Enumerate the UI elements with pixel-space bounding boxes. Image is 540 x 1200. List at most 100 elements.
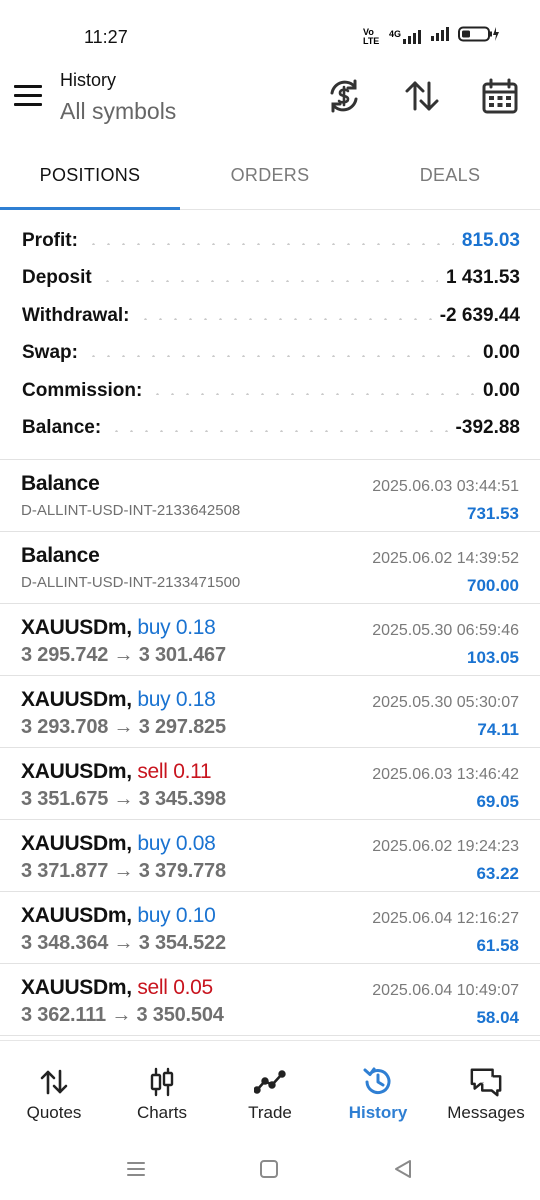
summary-label: Swap: [22,342,78,364]
back-icon[interactable] [390,1156,416,1182]
page-title: History [60,70,117,90]
tab-bar: POSITIONS ORDERS DEALS [0,150,540,210]
home-icon[interactable] [256,1156,282,1182]
item-date: 2025.06.04 10:49:07 [372,982,519,999]
recents-icon[interactable] [123,1156,149,1182]
sort-icon[interactable] [402,76,442,116]
list-item[interactable]: Balance D-ALLINT-USD-INT-2133471500 2025… [0,532,540,604]
summary-value-withdrawal: -2 639.44 [439,304,520,326]
nav-label: Trade [248,1103,292,1122]
item-profit: 700.00 [467,576,519,595]
tab-orders[interactable]: ORDERS [180,150,360,209]
bottom-navigation: Quotes Charts Trade History Messages [0,1040,540,1140]
list-item[interactable]: XAUUSDm, buy 0.10 3 348.364 → 3 354.522 … [0,892,540,964]
nav-charts[interactable]: Charts [108,1041,216,1140]
nav-label: Charts [136,1103,188,1122]
dotted-leader [85,242,454,245]
volte-indicator: Vo LTE [362,26,380,46]
item-prices: 3 348.364 → 3 354.522 [21,932,226,955]
summary-row-swap: Swap: 0.00 [22,335,520,373]
item-date: 2025.06.02 14:39:52 [372,550,519,567]
summary-label: Balance: [22,417,102,439]
list-item[interactable]: XAUUSDm, sell 0.11 3 351.675 → 3 345.398… [0,748,540,820]
close-price: 3 301.467 [138,644,226,666]
candlestick-icon [145,1065,179,1099]
item-profit: 731.53 [467,504,519,523]
dotted-leader [150,392,476,395]
item-side: buy 0.08 [137,832,216,855]
close-price: 3 297.825 [138,716,226,738]
arrow-icon: → [113,932,134,954]
menu-icon[interactable] [14,80,46,110]
item-side: buy 0.18 [137,688,216,711]
summary-row-commission: Commission: 0.00 [22,372,520,410]
summary-value-balance: -392.88 [455,417,520,439]
summary-row-profit: Profit: 815.03 [22,222,520,260]
list-item[interactable]: XAUUSDm, sell 0.05 3 362.111 → 3 350.504… [0,964,540,1036]
item-symbol: Balance [21,472,100,495]
arrow-icon: → [113,788,134,810]
item-profit: 63.22 [476,864,519,883]
item-side: sell 0.11 [137,760,212,783]
item-profit: 58.04 [476,1008,519,1027]
item-title: XAUUSDm, buy 0.10 [21,904,216,928]
dotted-leader [99,280,439,283]
symbol-filter[interactable]: All symbols [60,98,176,125]
open-price: 3 351.675 [21,788,109,810]
summary-row-deposit: Deposit 1 431.53 [22,260,520,298]
calendar-icon[interactable] [480,76,520,116]
chat-bubbles-icon [469,1065,503,1099]
arrow-icon: → [113,860,134,882]
list-item[interactable]: XAUUSDm, buy 0.18 3 295.742 → 3 301.467 … [0,604,540,676]
summary-label: Withdrawal: [22,304,130,326]
history-summary: Profit: 815.03 Deposit 1 431.53 Withdraw… [22,222,520,447]
history-list: Balance D-ALLINT-USD-INT-2133642508 2025… [0,460,540,1036]
item-prices: 3 293.708 → 3 297.825 [21,716,226,739]
battery-icon [458,26,500,47]
list-item[interactable]: XAUUSDm, buy 0.08 3 371.877 → 3 379.778 … [0,820,540,892]
item-symbol: XAUUSDm, [21,904,132,927]
item-symbol: XAUUSDm, [21,760,132,783]
dotted-leader [137,317,432,320]
item-date: 2025.06.03 13:46:42 [372,766,519,783]
dotted-leader [85,355,476,358]
nav-messages[interactable]: Messages [432,1041,540,1140]
signal-icon: 4G [389,29,422,44]
item-date: 2025.05.30 06:59:46 [372,622,519,639]
item-title: XAUUSDm, buy 0.18 [21,688,216,712]
app-header: History All symbols [0,70,540,150]
tab-positions[interactable]: POSITIONS [0,150,180,210]
summary-label: Commission: [22,379,143,401]
nav-trade[interactable]: Trade [216,1041,324,1140]
item-profit: 103.05 [467,648,519,667]
item-symbol: XAUUSDm, [21,832,132,855]
item-symbol: Balance [21,544,100,567]
nav-quotes[interactable]: Quotes [0,1041,108,1140]
close-price: 3 354.522 [138,932,226,954]
summary-row-balance: Balance: -392.88 [22,410,520,448]
item-title: XAUUSDm, buy 0.18 [21,616,216,640]
currency-sync-icon[interactable] [324,76,364,116]
item-profit: 69.05 [476,792,519,811]
system-navigation [0,1140,540,1200]
summary-value-profit: 815.03 [461,229,520,251]
summary-label: Deposit [22,267,92,289]
item-side: sell 0.05 [137,976,213,999]
list-item[interactable]: XAUUSDm, buy 0.18 3 293.708 → 3 297.825 … [0,676,540,748]
tab-deals[interactable]: DEALS [360,150,540,209]
item-prices: 3 351.675 → 3 345.398 [21,788,226,811]
item-comment: D-ALLINT-USD-INT-2133471500 [21,574,241,591]
item-side: buy 0.18 [137,616,216,639]
list-item[interactable]: Balance D-ALLINT-USD-INT-2133642508 2025… [0,460,540,532]
item-comment: D-ALLINT-USD-INT-2133642508 [21,502,241,519]
signal-icon-2 [430,27,450,46]
history-clock-icon [361,1065,395,1099]
open-price: 3 295.742 [21,644,109,666]
item-prices: 3 371.877 → 3 379.778 [21,860,226,883]
item-title: XAUUSDm, buy 0.08 [21,832,216,856]
nav-history[interactable]: History [324,1041,432,1140]
item-side: buy 0.10 [137,904,216,927]
item-date: 2025.05.30 05:30:07 [372,694,519,711]
summary-value-commission: 0.00 [483,379,520,401]
close-price: 3 345.398 [138,788,226,810]
